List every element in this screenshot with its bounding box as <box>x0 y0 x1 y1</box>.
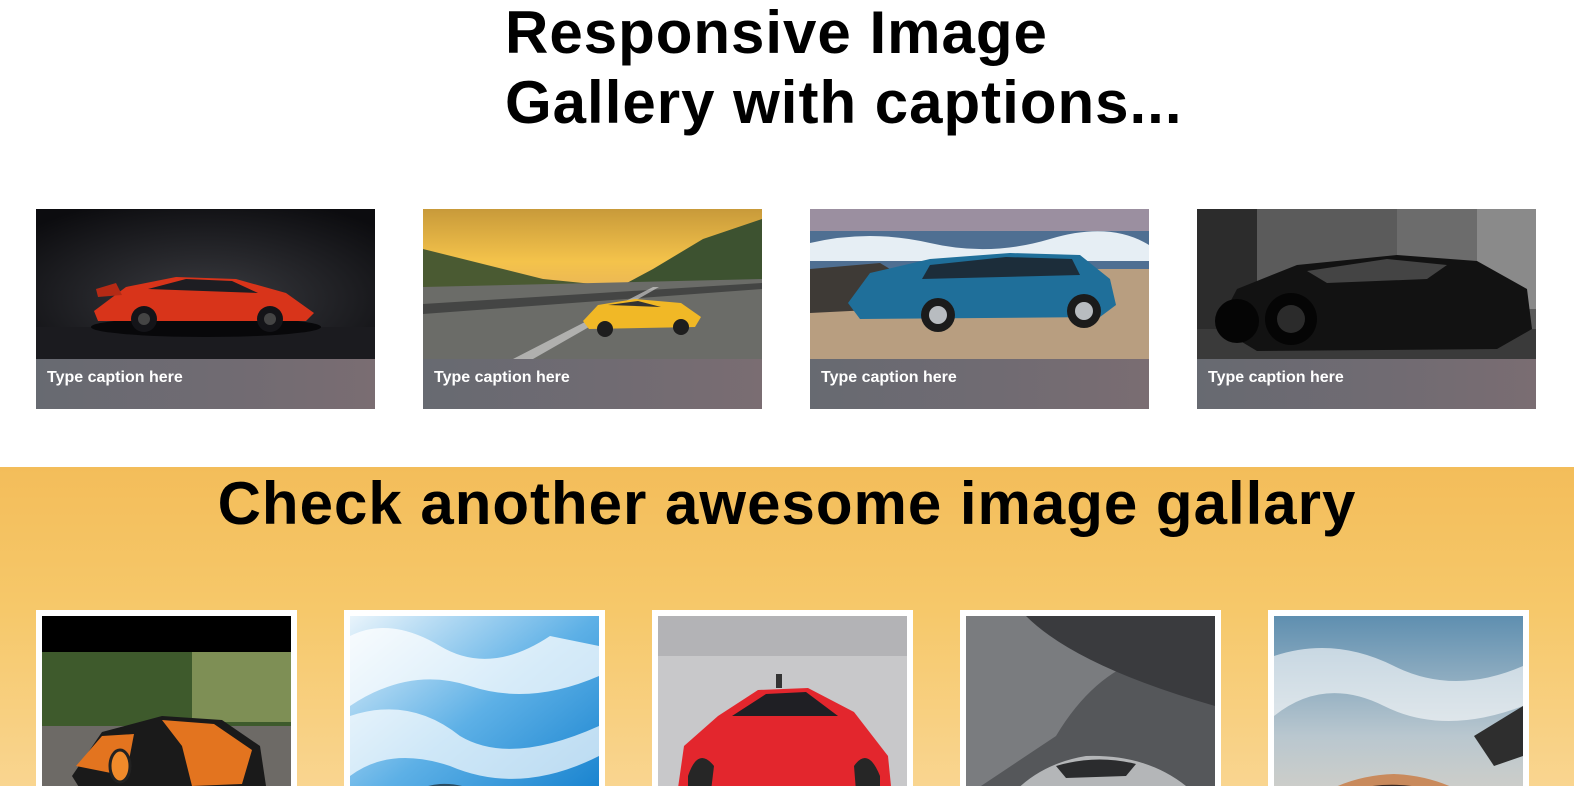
black-sports-car-image <box>1197 209 1536 359</box>
red-sports-car-image <box>658 616 907 786</box>
orange-black-hypercar-image <box>42 616 291 786</box>
card-caption: Type caption here <box>1197 359 1536 409</box>
gallery-card[interactable]: Type caption here <box>1197 209 1536 409</box>
gallery-tile[interactable] <box>344 610 605 786</box>
page-title-line-2: Gallery with captions... <box>505 69 1183 136</box>
gallery-tile[interactable] <box>36 610 297 786</box>
gallery-tile[interactable] <box>1268 610 1529 786</box>
second-gallery-section: Check another awesome image gallary <box>0 467 1574 786</box>
gallery-tile[interactable] <box>652 610 913 786</box>
blue-suv-image <box>810 209 1149 359</box>
second-gallery-title: Check another awesome image gallary <box>217 470 1357 537</box>
sky-clouds-car-image <box>350 616 599 786</box>
gallery-card[interactable]: Type caption here <box>810 209 1149 409</box>
captioned-gallery: Type caption here Type caption here Type… <box>0 209 1574 409</box>
card-caption: Type caption here <box>810 359 1149 409</box>
yellow-sports-car-image <box>423 209 762 359</box>
copper-car-cloudy-sky-image <box>1274 616 1523 786</box>
orange-sports-car-image <box>36 209 375 359</box>
card-caption: Type caption here <box>36 359 375 409</box>
gallery-tile[interactable] <box>960 610 1221 786</box>
gallery-card[interactable]: Type caption here <box>423 209 762 409</box>
silver-car-dark-hill-image <box>966 616 1215 786</box>
card-caption: Type caption here <box>423 359 762 409</box>
page-title-line-1: Responsive Image <box>505 0 1048 66</box>
gallery-card[interactable]: Type caption here <box>36 209 375 409</box>
page-title: Responsive Image Gallery with captions..… <box>505 0 1225 138</box>
